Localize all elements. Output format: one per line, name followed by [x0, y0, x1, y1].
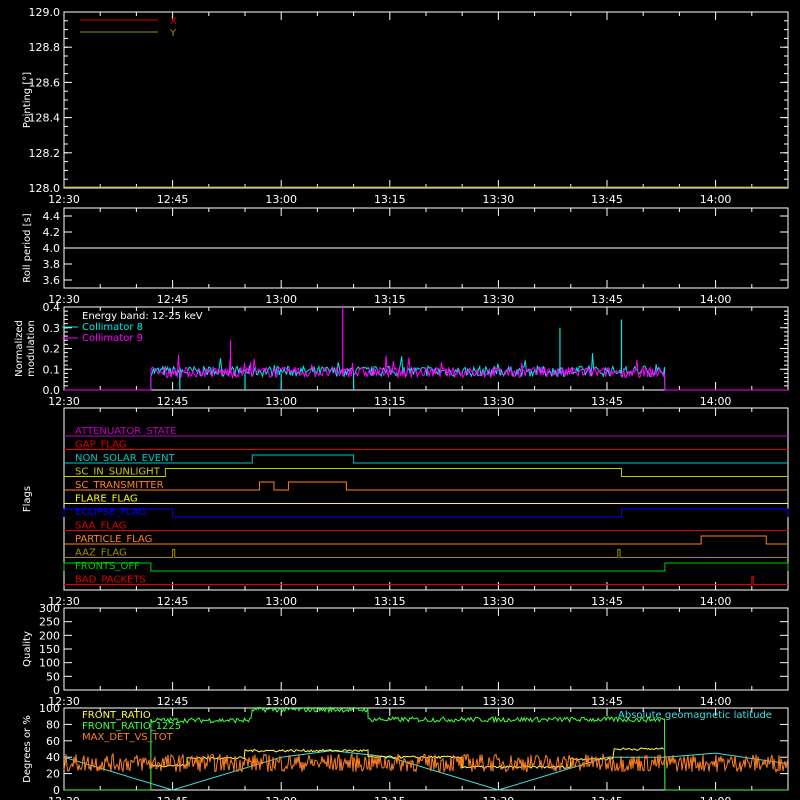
- x-tick-label: 13:00: [265, 695, 297, 708]
- y-axis-label: Roll period [s]: [22, 213, 33, 282]
- x-tick-label: 13:30: [483, 193, 515, 206]
- x-tick-label: 13:15: [374, 395, 406, 408]
- flag-label: NON_SOLAR_EVENT: [75, 453, 176, 464]
- energy-band-label: Energy band: 12-25 keV: [82, 311, 203, 322]
- y-tick-label: 0: [53, 684, 60, 697]
- y-tick-label: 4.0: [43, 242, 61, 255]
- y-tick-label: 0.0: [43, 384, 61, 397]
- x-tick-label: 12:45: [157, 193, 189, 206]
- y-tick-label: 80: [46, 718, 60, 731]
- y-tick-label: 150: [39, 643, 60, 656]
- legend-label: Absolute geomagnetic latitude: [618, 710, 772, 721]
- x-tick-label: 13:15: [374, 193, 406, 206]
- x-tick-label: 13:30: [483, 293, 515, 306]
- flag-label: ATTENUATOR_STATE: [75, 426, 176, 437]
- flag-label: FRONTS_OFF: [75, 561, 140, 572]
- y-tick-label: 128.2: [29, 147, 61, 160]
- legend-label: X: [170, 16, 177, 27]
- x-tick-label: 14:00: [700, 695, 732, 708]
- x-tick-label: 13:15: [374, 695, 406, 708]
- legend-label: FRONT_RATIO: [82, 710, 151, 721]
- x-tick-label: 13:30: [483, 695, 515, 708]
- x-tick-label: 12:45: [157, 395, 189, 408]
- y-tick-label: 100: [39, 657, 60, 670]
- y-tick-label: 129.0: [29, 6, 61, 19]
- y-tick-label: 60: [46, 735, 60, 748]
- y-tick-label: 40: [46, 751, 60, 764]
- flag-label: FLARE_FLAG: [75, 494, 138, 505]
- y-tick-label: 50: [46, 670, 60, 683]
- x-tick-label: 14:00: [700, 795, 732, 800]
- x-tick-label: 13:15: [374, 293, 406, 306]
- x-tick-label: 12:45: [157, 695, 189, 708]
- y-tick-label: 200: [39, 629, 60, 642]
- y-tick-label: 128.6: [29, 76, 61, 89]
- legend-label: Y: [169, 28, 177, 39]
- flag-label: SC_TRANSMITTER: [75, 480, 164, 491]
- x-tick-label: 13:45: [591, 695, 623, 708]
- y-tick-label: 250: [39, 616, 60, 629]
- x-tick-label: 13:30: [483, 595, 515, 608]
- y-tick-label: 0.1: [43, 363, 61, 376]
- y-tick-label: 4.4: [43, 210, 61, 223]
- flag-label: GAP_FLAG: [75, 440, 127, 451]
- orbit-summary-plot: 12:30 12:45 13:00 13:15 13:30 13:45 14:00Point…: [0, 0, 800, 800]
- y-tick-label: 128.0: [29, 182, 61, 195]
- y-tick-label: 20: [46, 768, 60, 781]
- x-tick-label: 13:00: [265, 795, 297, 800]
- flag-label: SAA_FLAG: [75, 521, 126, 532]
- legend-label: MAX_DET_VS_TOT: [82, 732, 174, 743]
- y-tick-label: 3.8: [43, 258, 61, 271]
- x-tick-label: 13:45: [591, 395, 623, 408]
- x-tick-label: 14:00: [700, 293, 732, 306]
- x-tick-label: 13:00: [265, 293, 297, 306]
- x-tick-label: 12:45: [157, 595, 189, 608]
- x-tick-label: 12:45: [157, 795, 189, 800]
- y-axis-label: Degrees or %: [22, 715, 33, 783]
- y-tick-label: 0.4: [43, 301, 61, 314]
- x-tick-label: 13:30: [483, 795, 515, 800]
- flag-label: SC_IN_SUNLIGHT: [75, 467, 161, 478]
- legend-label: FRONT_RATIO_1225: [82, 721, 181, 732]
- y-tick-label: 4.2: [43, 226, 61, 239]
- x-tick-label: 12:45: [157, 293, 189, 306]
- x-tick-label: 13:15: [374, 795, 406, 800]
- flag-label: PARTICLE_FLAG: [75, 534, 152, 545]
- y-tick-label: 100: [39, 702, 60, 715]
- x-tick-label: 13:00: [265, 395, 297, 408]
- flag-label: ECLIPSE_FLAG: [75, 507, 146, 518]
- x-tick-label: 13:30: [483, 395, 515, 408]
- y-tick-label: 128.8: [29, 41, 61, 54]
- x-tick-label: 13:00: [265, 193, 297, 206]
- y-tick-label: 0: [53, 784, 60, 797]
- x-tick-label: 13:45: [591, 795, 623, 800]
- y-tick-label: 0.2: [43, 343, 61, 356]
- x-tick-label: 13:45: [591, 595, 623, 608]
- flag-label: BAD_PACKETS: [75, 575, 146, 586]
- x-tick-label: 14:00: [700, 395, 732, 408]
- legend-label: Collimator 9: [82, 333, 143, 344]
- x-tick-label: 13:45: [591, 293, 623, 306]
- flag-label: AAZ_FLAG: [75, 548, 127, 559]
- y-tick-label: 128.4: [29, 112, 61, 125]
- x-tick-label: 13:15: [374, 595, 406, 608]
- y-tick-label: 3.6: [43, 274, 61, 287]
- x-tick-label: 14:00: [700, 595, 732, 608]
- y-axis-label: Normalized: [14, 320, 25, 377]
- x-tick-label: 13:45: [591, 193, 623, 206]
- y-tick-label: 0.3: [43, 322, 61, 335]
- y-axis-label: Quality: [22, 631, 33, 667]
- legend-label: Collimator 8: [82, 322, 143, 333]
- x-tick-label: 13:00: [265, 595, 297, 608]
- y-tick-label: 300: [39, 602, 60, 615]
- x-tick-label: 14:00: [700, 193, 732, 206]
- y-axis-label: modulation: [26, 320, 37, 377]
- y-axis-label: Flags: [22, 486, 33, 512]
